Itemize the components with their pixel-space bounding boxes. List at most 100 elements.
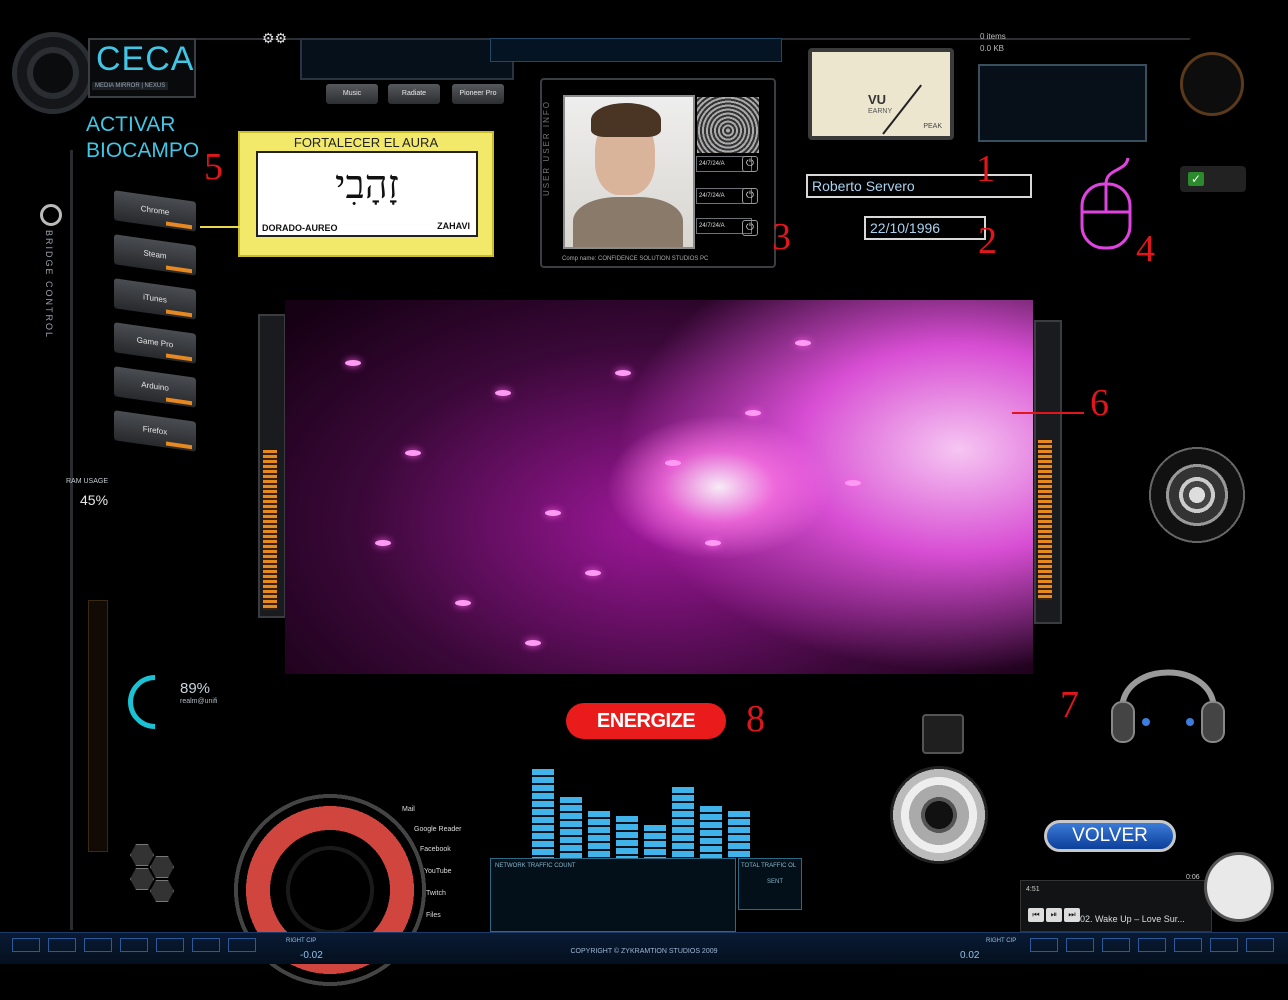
radial-item-facebook[interactable]: Facebook: [420, 846, 451, 853]
logo-ring-icon: [12, 32, 94, 114]
radial-item-files[interactable]: Files: [426, 912, 441, 919]
total-traffic-label: TOTAL TRAFFIC OL: [741, 863, 797, 869]
check-icon: ✓: [1188, 172, 1204, 186]
aura-card[interactable]: FORTALECER EL AURA זָהָבִי DORADO-AUREO …: [238, 131, 494, 257]
network-traffic-panel: NETWORK TRAFFIC COUNT: [490, 858, 736, 932]
vu-meter: VU EARNY PEAK: [808, 48, 954, 140]
traffic-label: NETWORK TRAFFIC COUNT: [495, 863, 576, 869]
marker-7: 7: [1060, 684, 1079, 726]
vu-brand: EARNY: [868, 108, 893, 115]
marker-6-line: [1012, 412, 1084, 414]
top-display-strip-2: [490, 38, 782, 62]
aura-hebrew-word: זָהָבִי: [335, 162, 399, 208]
aura-inner-panel: זָהָבִי DORADO-AUREO ZAHAVI: [256, 151, 478, 237]
track-time-start: 4:51: [1026, 886, 1040, 893]
speaker-icon[interactable]: [890, 766, 988, 864]
launcher-itunes[interactable]: iTunes: [114, 278, 196, 320]
radial-item-youtube[interactable]: YouTube: [424, 868, 452, 875]
radiation-icon[interactable]: [1180, 52, 1244, 116]
aura-title: FORTALECER EL AURA: [293, 135, 439, 150]
power-icon[interactable]: ⏻: [742, 220, 758, 236]
profile-side-text: USER USER INFO: [542, 100, 551, 197]
bridge-control-label: BRIDGE CONTROL: [44, 230, 54, 340]
gauge-value: 89%: [180, 680, 211, 697]
right-cip-value: 0.02: [960, 950, 980, 961]
hex-icon: [150, 880, 174, 902]
ram-usage-value: 45%: [80, 492, 109, 508]
launcher-firefox[interactable]: Firefox: [114, 410, 196, 452]
play-pause-icon[interactable]: ⏯: [1046, 908, 1062, 922]
left-cip-label: RIGHT CIP: [286, 938, 317, 944]
hex-icon: [130, 868, 154, 890]
aura-left-caption: DORADO-AUREO: [262, 223, 338, 233]
power-icon[interactable]: ⏻: [742, 156, 758, 172]
radar-target-icon[interactable]: [1142, 420, 1252, 570]
items-size: 0.0 KB: [980, 44, 1005, 53]
name-input[interactable]: [806, 174, 1032, 198]
eq-bar: [616, 816, 638, 858]
profile-caption: Comp name: CONFIDENCE SOLUTION STUDIOS P…: [562, 256, 709, 262]
top-chrome-bar: [190, 18, 1190, 40]
eq-bar: [700, 806, 722, 858]
prev-icon[interactable]: ⏮: [1028, 908, 1044, 922]
small-speaker-icon[interactable]: [922, 714, 964, 754]
activar-line2: BIOCAMPO: [86, 139, 200, 162]
media-player: [1020, 880, 1212, 932]
settings-icon[interactable]: ⚙⚙: [262, 30, 292, 46]
next-icon[interactable]: ⏭: [1064, 908, 1080, 922]
system-stats-panel: [978, 64, 1147, 142]
copyright-text: COPYRIGHT © ZYKRAMTION STUDIOS 2009: [570, 948, 718, 955]
marker-5: 5: [204, 146, 223, 188]
equalizer: [532, 764, 754, 858]
level-meter: [88, 600, 108, 852]
marker-1: 1: [976, 148, 995, 190]
tab-music[interactable]: Music: [326, 84, 378, 104]
marker-2: 2: [978, 220, 997, 262]
album-art: [1204, 852, 1274, 922]
aura-connector-line: [200, 226, 240, 228]
eq-bar: [532, 769, 554, 858]
radial-menu[interactable]: [220, 780, 440, 1000]
vu-peak: PEAK: [923, 123, 942, 130]
fingerprint-icon[interactable]: [697, 97, 759, 153]
vu-label: VU: [868, 92, 887, 107]
eq-bar: [728, 811, 750, 858]
biofield-video[interactable]: [285, 300, 1033, 674]
eq-bar: [672, 787, 694, 858]
aura-right-caption: ZAHAVI: [437, 221, 470, 231]
activar-line1: ACTIVAR: [86, 113, 176, 136]
photo-shirt: [573, 197, 683, 247]
marker-6: 6: [1090, 382, 1109, 424]
launcher-steam[interactable]: Steam: [114, 234, 196, 276]
launcher-game-pro[interactable]: Game Pro: [114, 322, 196, 364]
profile-photo: [563, 95, 695, 249]
activar-biocampo-button[interactable]: ACTIVAR BIOCAMPO: [86, 112, 199, 164]
bridge-target-icon[interactable]: [40, 204, 62, 226]
total-traffic-panel: TOTAL TRAFFIC OL SENT: [738, 858, 802, 910]
hex-icon: [150, 856, 174, 878]
right-cip-label: RIGHT CIP: [986, 938, 1017, 944]
volver-button[interactable]: VOLVER: [1044, 820, 1176, 852]
marker-8: 8: [746, 698, 765, 740]
mouse-icon[interactable]: [1078, 154, 1136, 254]
energize-button[interactable]: ENERGIZE: [566, 703, 726, 739]
eq-bar: [588, 811, 610, 858]
tab-pioneer-pro[interactable]: Pioneer Pro: [452, 84, 504, 104]
radial-item-google-reader[interactable]: Google Reader: [414, 826, 461, 833]
app-title: CECA: [96, 40, 195, 78]
items-count: 0 items: [980, 32, 1006, 41]
birthdate-input[interactable]: [864, 216, 986, 240]
launcher-arduino[interactable]: Arduino: [114, 366, 196, 408]
track-title: 02. Wake Up – Love Sur...: [1080, 914, 1185, 924]
sent-label: SENT: [767, 879, 784, 885]
tab-radiate[interactable]: Radiate: [388, 84, 440, 104]
left-rail: [10, 150, 73, 930]
marker-3: 3: [772, 216, 791, 258]
headphones-icon[interactable]: [1110, 640, 1226, 750]
radial-item-twitch[interactable]: Twitch: [426, 890, 446, 897]
left-orange-bar: [263, 450, 277, 610]
power-icon[interactable]: ⏻: [742, 188, 758, 204]
radial-item-mail[interactable]: Mail: [402, 806, 415, 813]
launcher-chrome[interactable]: Chrome: [114, 190, 196, 232]
app-subtitle: MEDIA MIRROR | NEXUS: [92, 82, 169, 90]
